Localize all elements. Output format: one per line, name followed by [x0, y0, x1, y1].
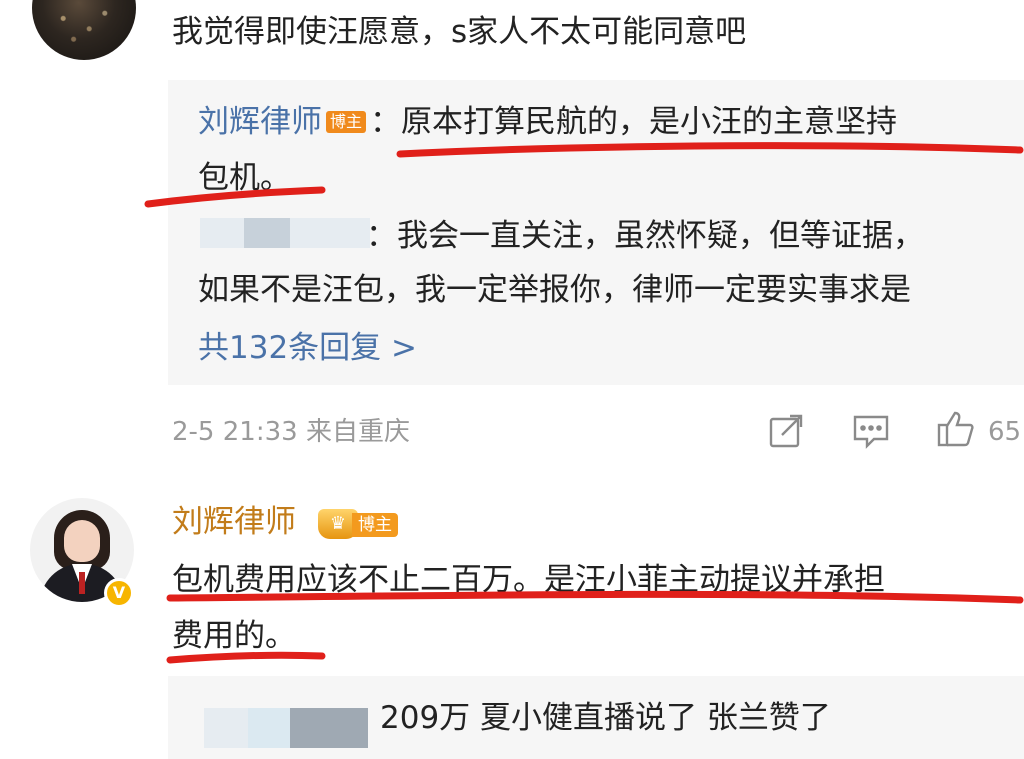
red-underline-annotations [144, 142, 1024, 664]
red-underline [396, 142, 1024, 158]
red-underline [166, 590, 1024, 604]
red-underline [166, 651, 326, 664]
red-underline [144, 186, 326, 208]
